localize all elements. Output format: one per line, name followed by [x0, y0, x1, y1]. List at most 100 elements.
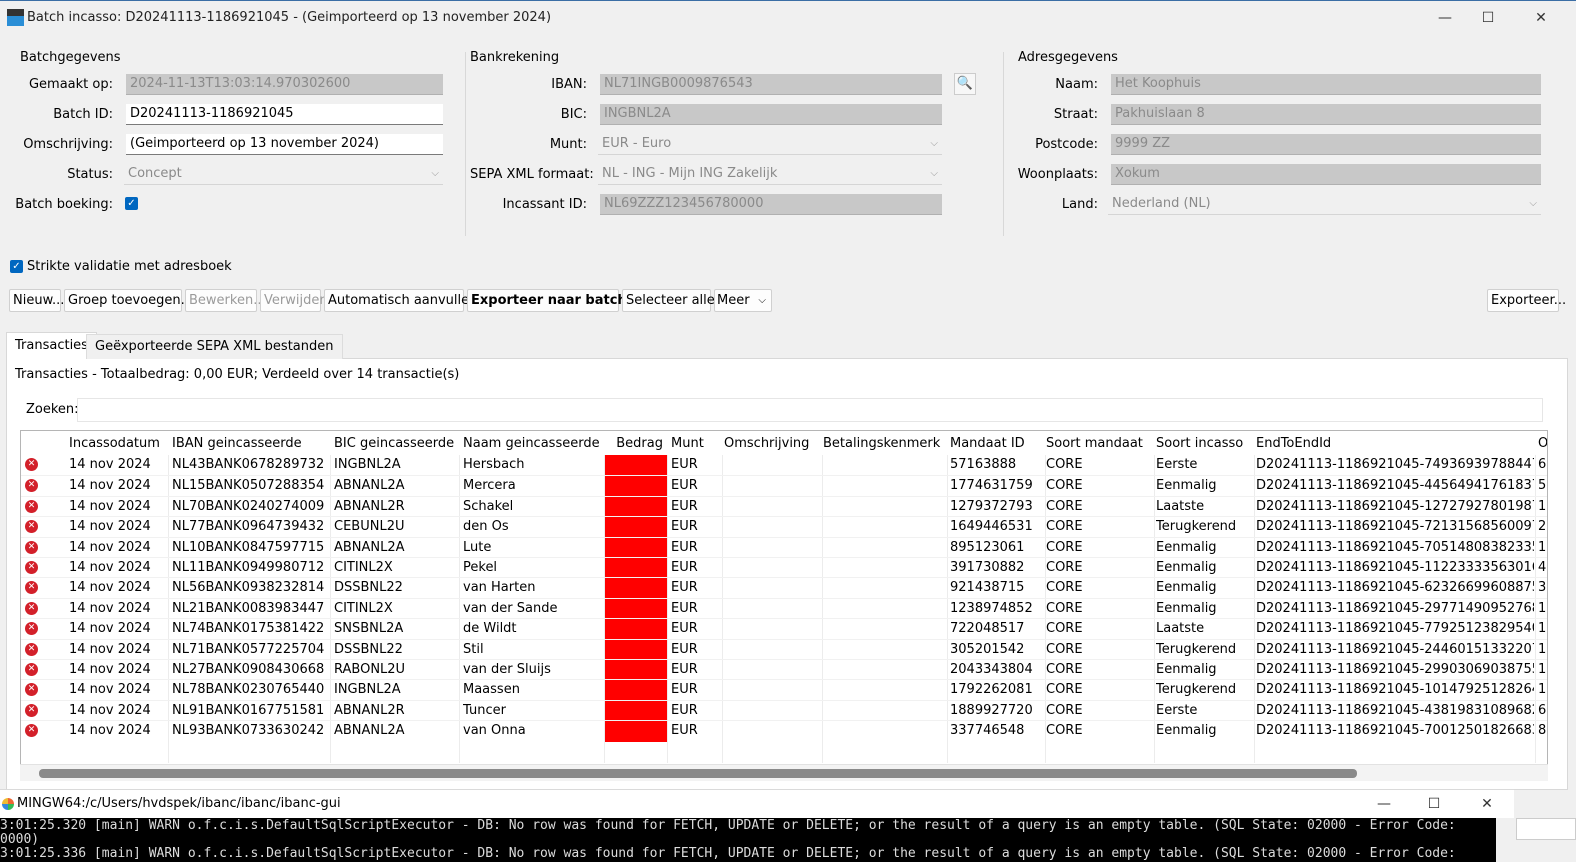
horizontal-scrollbar[interactable] — [20, 764, 1548, 781]
chevron-down-icon: ⌵ — [930, 168, 938, 179]
status-label: Status: — [67, 167, 113, 182]
add-group-button[interactable]: Groep toevoegen... — [64, 289, 193, 312]
amount-cell-invalid — [605, 517, 667, 538]
cell-mandate-id: 337746548 — [950, 723, 1025, 739]
column-header-mandate-type[interactable]: Soort mandaat — [1046, 434, 1152, 454]
column-header-bic[interactable]: BIC geincasseerde — [334, 434, 458, 454]
amount-cell-invalid — [605, 578, 667, 599]
cell-description — [724, 497, 820, 517]
created-label: Gemaakt op: — [28, 77, 113, 92]
column-header-currency[interactable]: Munt — [671, 434, 723, 454]
new-button[interactable]: Nieuw... — [9, 289, 64, 312]
column-header-description[interactable]: Omschrijving — [724, 434, 820, 454]
batch-section-title: Batchgegevens — [20, 50, 121, 65]
cell-extra: 1 — [1538, 539, 1547, 555]
error-icon: ✕ — [25, 499, 38, 513]
batch-id-input[interactable]: D20241113-1186921045 — [126, 104, 443, 125]
scrollbar-thumb[interactable] — [39, 769, 1357, 778]
column-header-extra[interactable]: O — [1538, 434, 1547, 454]
cell-iban: NL56BANK0938232814 — [172, 580, 325, 596]
export-button[interactable]: Exporteer... — [1487, 289, 1566, 312]
cell-iban: NL10BANK0847597715 — [172, 539, 325, 555]
cell-mandate-type: CORE — [1046, 723, 1083, 739]
cell-currency: EUR — [671, 457, 698, 472]
table-row[interactable]: ✕ 14 nov 2024 NL27BANK0908430668 RABONL2U va… — [21, 659, 1547, 681]
cell-payment-reference — [823, 497, 945, 517]
cell-bic: DSSBNL22 — [334, 641, 403, 657]
batch-booking-checkbox[interactable]: ✓ — [125, 197, 138, 210]
section-divider — [1003, 52, 1004, 236]
cell-bic: ABNANL2R — [334, 702, 405, 718]
iban-lookup-button[interactable]: 🔍 — [954, 73, 976, 95]
search-input[interactable] — [77, 398, 1543, 422]
cell-bic: SNSBNL2A — [334, 621, 404, 637]
cell-iban: NL43BANK0678289732 — [172, 457, 325, 472]
terminal-minimize-button[interactable]: — — [1370, 793, 1398, 815]
autofill-button[interactable]: Automatisch aanvullen — [324, 289, 477, 312]
table-row[interactable]: ✕ 14 nov 2024 NL74BANK0175381422 SNSBNL2A de… — [21, 618, 1547, 640]
error-icon: ✕ — [25, 581, 38, 595]
table-row[interactable]: ✕ 14 nov 2024 NL71BANK0577225704 DSSBNL22 St… — [21, 638, 1547, 660]
currency-select[interactable]: EUR - Euro ⌵ — [598, 134, 942, 155]
cell-name: Pekel — [463, 560, 498, 575]
cell-collection-type: Eenmalig — [1156, 478, 1217, 494]
table-row[interactable]: ✕ 14 nov 2024 NL93BANK0733630242 ABNANL2A va… — [21, 720, 1547, 742]
strict-validation-checkbox[interactable]: ✓ — [10, 260, 23, 273]
cell-extra: 1 — [1538, 641, 1547, 657]
cell-payment-reference — [823, 476, 945, 496]
cell-bic: INGBNL2A — [334, 682, 401, 698]
status-select[interactable]: Concept ⌵ — [124, 164, 443, 185]
tab-exported-sepa-files[interactable]: Geëxporteerde SEPA XML bestanden — [86, 334, 343, 359]
table-row[interactable]: ✕ 14 nov 2024 NL15BANK0507288354 ABNANL2A Me… — [21, 475, 1547, 497]
transactions-summary: Transacties - Totaalbedrag: 0,00 EUR; Ve… — [15, 367, 460, 382]
sepa-format-select[interactable]: NL - ING - Mijn ING Zakelijk ⌵ — [598, 164, 942, 185]
cell-mandate-type: CORE — [1046, 580, 1083, 596]
table-row[interactable]: ✕ 14 nov 2024 NL77BANK0964739432 CEBUNL2U de… — [21, 516, 1547, 538]
column-header-collection-type[interactable]: Soort incasso — [1156, 434, 1252, 454]
close-button[interactable]: ✕ — [1527, 7, 1555, 29]
cell-name: van Onna — [463, 723, 526, 739]
cell-iban: NL91BANK0167751581 — [172, 702, 325, 718]
table-row[interactable]: ✕ 14 nov 2024 NL78BANK0230765440 INGBNL2A Ma… — [21, 679, 1547, 701]
maximize-button[interactable]: ☐ — [1474, 7, 1502, 29]
edit-button[interactable]: Bewerken... — [185, 289, 266, 312]
column-header-mandate-id[interactable]: Mandaat ID — [950, 434, 1043, 454]
table-row[interactable]: ✕ 14 nov 2024 NL91BANK0167751581 ABNANL2R Tu… — [21, 699, 1547, 722]
select-all-button[interactable]: Selecteer alles — [622, 289, 722, 312]
description-input[interactable]: (Geimporteerd op 13 november 2024) — [126, 134, 443, 155]
column-header-end-to-end-id[interactable]: EndToEndId — [1256, 434, 1534, 454]
cell-date: 14 nov 2024 — [69, 662, 151, 677]
terminal-output[interactable]: 3:01:25.320 [main] WARN o.f.c.i.s.Defaul… — [0, 818, 1496, 862]
cell-date: 14 nov 2024 — [69, 682, 151, 698]
column-header-payment-reference[interactable]: Betalingskenmerk — [823, 434, 945, 454]
cell-mandate-id: 1649446531 — [950, 519, 1033, 535]
table-row[interactable]: ✕ 14 nov 2024 NL10BANK0847597715 ABNANL2A Lu… — [21, 536, 1547, 558]
cell-date: 14 nov 2024 — [69, 498, 151, 514]
table-row[interactable]: ✕ 14 nov 2024 NL70BANK0240274009 ABNANL2R Sc… — [21, 495, 1547, 518]
column-header-date[interactable]: Incassodatum — [69, 434, 169, 454]
cell-extra: 1 — [1538, 682, 1547, 698]
cell-iban: NL71BANK0577225704 — [172, 641, 325, 657]
cell-bic: INGBNL2A — [334, 457, 401, 472]
column-header-amount[interactable]: Bedrag — [605, 434, 663, 454]
column-header-iban[interactable]: IBAN geincasseerde — [172, 434, 330, 454]
column-header-name[interactable]: Naam geincasseerde — [463, 434, 603, 454]
cell-bic: ABNANL2A — [334, 539, 405, 555]
terminal-close-button[interactable]: ✕ — [1473, 793, 1501, 815]
table-row[interactable]: ✕ 14 nov 2024 NL43BANK0678289732 INGBNL2A He… — [21, 455, 1547, 476]
delete-button[interactable]: Verwijder — [260, 289, 325, 312]
table-row[interactable]: ✕ 14 nov 2024 NL11BANK0949980712 CITINL2X Pe… — [21, 557, 1547, 579]
amount-cell-invalid — [605, 721, 667, 742]
more-menu-button[interactable]: Meer ⌵ — [714, 289, 772, 312]
cell-mandate-type: CORE — [1046, 641, 1083, 657]
minimize-button[interactable]: — — [1431, 7, 1459, 29]
country-select[interactable]: Nederland (NL) ⌵ — [1108, 194, 1541, 215]
zip-label: Postcode: — [1035, 137, 1098, 152]
error-icon: ✕ — [25, 724, 38, 738]
tab-transactions[interactable]: Transacties — [6, 332, 97, 359]
cell-name: Schakel — [463, 498, 514, 514]
table-row[interactable]: ✕ 14 nov 2024 NL21BANK0083983447 CITINL2X va… — [21, 597, 1547, 620]
terminal-maximize-button[interactable]: ☐ — [1420, 793, 1448, 815]
table-row[interactable]: ✕ 14 nov 2024 NL56BANK0938232814 DSSBNL22 va… — [21, 577, 1547, 599]
export-batch-button[interactable]: Exporteer naar batch... — [467, 289, 642, 312]
